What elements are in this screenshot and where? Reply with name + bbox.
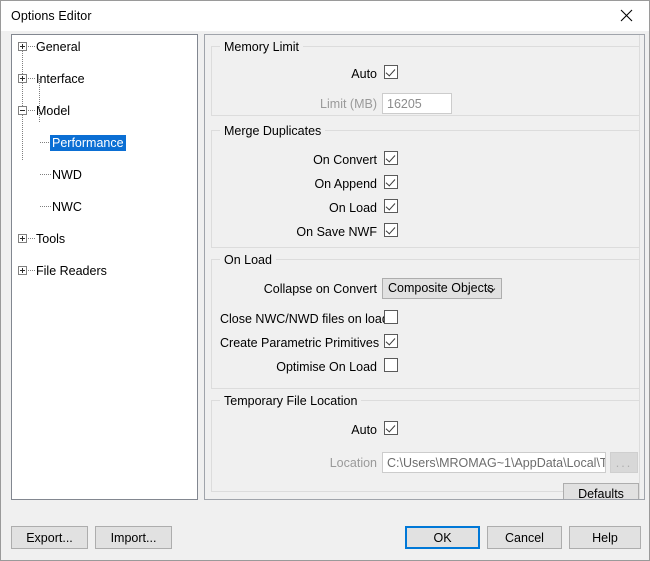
group-memory-limit: Memory Limit Auto Limit (MB) 16205 bbox=[211, 40, 639, 116]
group-title: Merge Duplicates bbox=[220, 124, 326, 138]
label-close-nwc-nwd: Close NWC/NWD files on load bbox=[220, 312, 389, 326]
chevron-down-icon bbox=[488, 286, 495, 290]
tree-item-file-readers[interactable]: File Readers bbox=[12, 263, 197, 279]
tree-item-label: Model bbox=[36, 104, 71, 118]
expander-plus-icon[interactable] bbox=[18, 266, 27, 275]
label-auto-memory: Auto bbox=[351, 67, 377, 81]
checkbox-create-parametric-primitives[interactable] bbox=[384, 334, 398, 348]
help-button[interactable]: Help bbox=[569, 526, 641, 549]
tree-item-performance[interactable]: Performance bbox=[12, 135, 197, 151]
options-editor-window: Options Editor General Interface Model P… bbox=[0, 0, 650, 561]
defaults-button[interactable]: Defaults bbox=[563, 483, 639, 499]
expander-minus-icon[interactable] bbox=[18, 106, 27, 115]
group-on-load: On Load Collapse on Convert Composite Ob… bbox=[211, 253, 639, 389]
tree-item-general[interactable]: General bbox=[12, 39, 197, 55]
cancel-button[interactable]: Cancel bbox=[487, 526, 562, 549]
label-on-save-nwf: On Save NWF bbox=[296, 225, 377, 239]
input-temp-location[interactable]: C:\Users\MROMAG~1\AppData\Local\Temp bbox=[382, 452, 606, 473]
checkbox-optimise-on-load[interactable] bbox=[384, 358, 398, 372]
select-collapse-on-convert[interactable]: Composite Objects bbox=[382, 278, 502, 299]
footer-divider bbox=[1, 510, 649, 511]
checkbox-merge-on-append[interactable] bbox=[384, 175, 398, 189]
title-bar: Options Editor bbox=[1, 1, 649, 31]
checkbox-merge-on-convert[interactable] bbox=[384, 151, 398, 165]
label-auto-temp: Auto bbox=[351, 423, 377, 437]
expander-plus-icon[interactable] bbox=[18, 234, 27, 243]
tree-item-nwc[interactable]: NWC bbox=[12, 199, 197, 215]
checkbox-memory-auto[interactable] bbox=[384, 65, 398, 79]
input-memory-limit[interactable]: 16205 bbox=[382, 93, 452, 114]
tree-item-interface[interactable]: Interface bbox=[12, 71, 197, 87]
checkbox-merge-on-load[interactable] bbox=[384, 199, 398, 213]
label-on-convert: On Convert bbox=[313, 153, 377, 167]
tree-item-label: General bbox=[36, 40, 81, 54]
tree-item-label: NWC bbox=[52, 200, 82, 214]
group-title: On Load bbox=[220, 253, 276, 267]
expander-plus-icon[interactable] bbox=[18, 74, 27, 83]
label-location: Location bbox=[329, 456, 377, 470]
ok-button[interactable]: OK bbox=[405, 526, 480, 549]
tree-item-label: Performance bbox=[50, 135, 126, 151]
label-on-append: On Append bbox=[314, 177, 377, 191]
options-tree-panel[interactable]: General Interface Model Performance NWD … bbox=[11, 34, 198, 500]
tree-item-label: File Readers bbox=[36, 264, 107, 278]
checkbox-temp-auto[interactable] bbox=[384, 421, 398, 435]
window-title: Options Editor bbox=[11, 9, 92, 23]
select-value: Composite Objects bbox=[388, 281, 494, 295]
group-merge-duplicates: Merge Duplicates On Convert On Append On… bbox=[211, 124, 639, 248]
group-temporary-file-location: Temporary File Location Auto Location C:… bbox=[211, 394, 639, 492]
tree-item-model[interactable]: Model bbox=[12, 103, 197, 119]
label-collapse-on-convert: Collapse on Convert bbox=[263, 282, 377, 296]
label-optimise-on-load: Optimise On Load bbox=[276, 360, 377, 374]
tree-item-label: Tools bbox=[36, 232, 66, 246]
expander-plus-icon[interactable] bbox=[18, 42, 27, 51]
browse-location-button[interactable]: ... bbox=[610, 452, 638, 473]
export-button[interactable]: Export... bbox=[11, 526, 88, 549]
label-create-parametric-primitives: Create Parametric Primitives bbox=[220, 336, 380, 350]
tree-item-label: NWD bbox=[52, 168, 82, 182]
group-title: Memory Limit bbox=[220, 40, 304, 54]
checkbox-merge-on-save-nwf[interactable] bbox=[384, 223, 398, 237]
options-content-panel: Memory Limit Auto Limit (MB) 16205 Merge… bbox=[204, 34, 645, 500]
close-icon[interactable] bbox=[604, 1, 649, 30]
options-tree: General Interface Model Performance NWD … bbox=[12, 35, 197, 278]
import-button[interactable]: Import... bbox=[95, 526, 172, 549]
group-title: Temporary File Location bbox=[220, 394, 362, 408]
tree-item-nwd[interactable]: NWD bbox=[12, 167, 197, 183]
content-scrollbar[interactable] bbox=[639, 35, 644, 499]
checkbox-close-nwc-nwd-on-load[interactable] bbox=[384, 310, 398, 324]
label-on-load: On Load bbox=[329, 201, 377, 215]
tree-item-label: Interface bbox=[36, 72, 85, 86]
label-limit-mb: Limit (MB) bbox=[320, 97, 377, 111]
options-content-inner: Memory Limit Auto Limit (MB) 16205 Merge… bbox=[205, 35, 639, 499]
tree-item-tools[interactable]: Tools bbox=[12, 231, 197, 247]
